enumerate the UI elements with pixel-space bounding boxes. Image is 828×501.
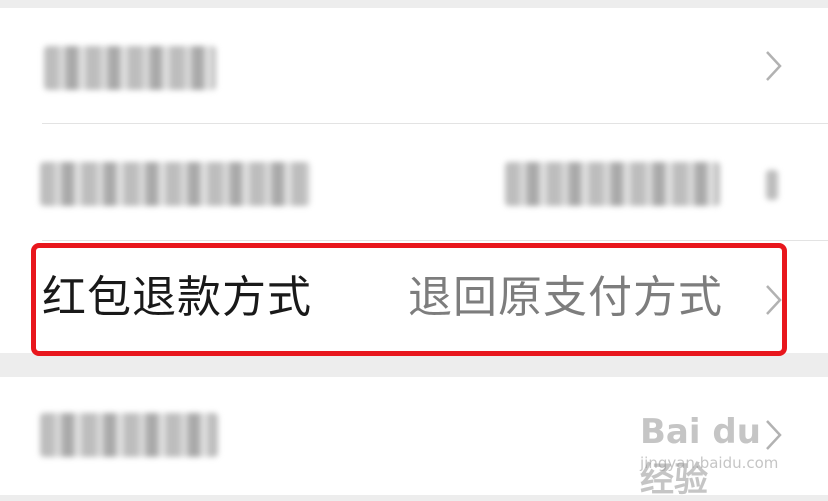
blurred-value bbox=[505, 162, 720, 206]
blurred-chevron bbox=[766, 170, 778, 200]
chevron-right-icon bbox=[764, 48, 784, 84]
settings-row-1[interactable] bbox=[0, 8, 828, 123]
blurred-label bbox=[40, 413, 218, 457]
watermark-url: jingyan.baidu.com bbox=[640, 454, 779, 472]
highlight-box bbox=[31, 243, 787, 356]
blurred-label bbox=[40, 162, 310, 206]
baidu-jingyan-watermark: Bai du 经验 jingyan.baidu.com bbox=[640, 406, 790, 500]
blurred-label bbox=[44, 46, 216, 90]
top-separator bbox=[0, 0, 828, 8]
settings-row-2[interactable] bbox=[0, 124, 828, 240]
